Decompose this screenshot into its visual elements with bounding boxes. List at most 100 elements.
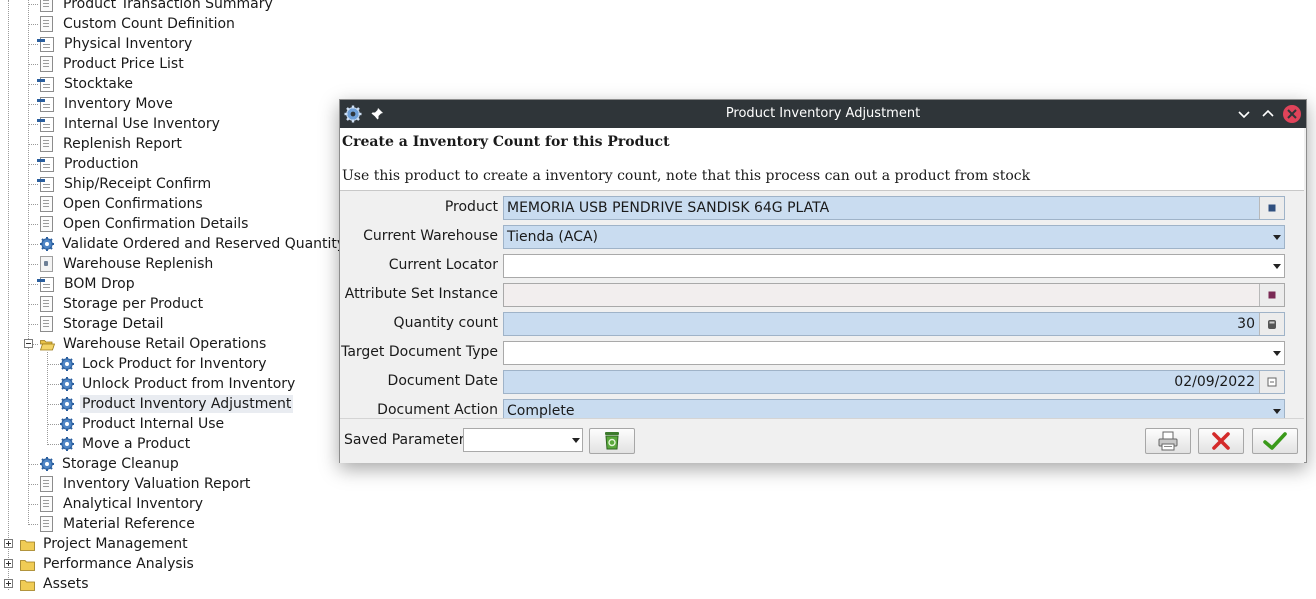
tree-folder-warehouse-retail-operations[interactable]: Warehouse Retail Operations — [39, 334, 268, 354]
tree-item-product-internal-use[interactable]: Product Internal Use — [60, 414, 226, 434]
gear-icon — [60, 417, 74, 431]
locator-select[interactable] — [503, 254, 1285, 278]
report-icon — [40, 56, 53, 72]
dialog-titlebar[interactable]: Product Inventory Adjustment — [340, 100, 1306, 128]
param-row-doc-date: Document Date 02/09/2022 — [340, 369, 1304, 395]
warehouse-label: Current Warehouse — [363, 228, 498, 244]
quantity-field[interactable]: 30 — [503, 312, 1285, 336]
tree-item-storage-per-product[interactable]: Storage per Product — [40, 294, 205, 314]
tree-item-label: Open Confirmations — [63, 196, 203, 212]
tree-item-product-inventory-adjustment[interactable]: Product Inventory Adjustment — [60, 394, 294, 414]
minimize-chevron-down-icon[interactable] — [1234, 104, 1254, 124]
warehouse-select[interactable]: Tienda (ACA) — [503, 225, 1285, 249]
calendar-icon[interactable] — [1259, 371, 1284, 393]
report-icon — [40, 16, 53, 32]
tree-item-lock-product-for-inventory[interactable]: Lock Product for Inventory — [60, 354, 269, 374]
attribute-lookup-button[interactable] — [1259, 284, 1284, 306]
process-description: Create a Inventory Count for this Produc… — [340, 128, 1304, 191]
tree-item-label: Storage Detail — [63, 316, 164, 332]
tree-connector — [28, 524, 38, 525]
expand-toggle[interactable] — [4, 579, 13, 588]
tree-item-open-confirmations[interactable]: Open Confirmations — [40, 194, 205, 214]
saved-parameter-select[interactable] — [463, 428, 583, 452]
tree-item-label: Ship/Receipt Confirm — [64, 176, 212, 192]
gear-icon — [40, 457, 54, 471]
chevron-down-icon[interactable] — [572, 429, 580, 451]
tree-item-storage-cleanup[interactable]: Storage Cleanup — [40, 454, 181, 474]
tree-item-label: Storage per Product — [63, 296, 204, 312]
window-menu-gear-icon[interactable] — [343, 104, 363, 124]
tree-item-stocktake[interactable]: Stocktake — [37, 74, 135, 94]
tree-item-storage-detail[interactable]: Storage Detail — [40, 314, 165, 334]
tree-item-label: Inventory Move — [64, 96, 173, 112]
param-row-attribute-set: Attribute Set Instance — [340, 282, 1304, 308]
report-icon — [40, 516, 53, 532]
tree-item-warehouse-replenish[interactable]: Warehouse Replenish — [40, 254, 215, 274]
delete-saved-parameter-button[interactable] — [589, 428, 635, 454]
tree-item-label: Product Internal Use — [82, 416, 225, 432]
tree-folder-assets[interactable]: Assets — [20, 574, 91, 594]
chevron-down-icon[interactable] — [1270, 255, 1284, 277]
chevron-down-icon[interactable] — [1270, 342, 1284, 364]
expand-toggle[interactable] — [4, 539, 13, 548]
print-button[interactable] — [1145, 428, 1191, 454]
doc-date-field[interactable]: 02/09/2022 — [503, 370, 1285, 394]
tree-connector — [28, 484, 38, 485]
expand-toggle[interactable] — [4, 559, 13, 568]
report-icon — [40, 216, 53, 232]
close-icon[interactable] — [1282, 104, 1302, 124]
tree-item-inventory-move[interactable]: Inventory Move — [37, 94, 175, 114]
tree-item-label: Inventory Valuation Report — [63, 476, 251, 492]
cancel-button[interactable] — [1198, 428, 1244, 454]
product-search-field[interactable]: MEMORIA USB PENDRIVE SANDISK 64G PLATA — [503, 196, 1285, 220]
tree-item-product-transaction-summary[interactable]: Product Transaction Summary — [40, 0, 275, 14]
gear-icon — [40, 237, 54, 251]
tree-item-product-price-list[interactable]: Product Price List — [40, 54, 186, 74]
tree-item-material-reference[interactable]: Material Reference — [40, 514, 197, 534]
tree-folder-performance-analysis[interactable]: Performance Analysis — [20, 554, 196, 574]
tree-item-unlock-product-from-inventory[interactable]: Unlock Product from Inventory — [60, 374, 297, 394]
tree-connector — [28, 164, 38, 165]
collapse-toggle[interactable] — [24, 339, 33, 348]
pin-icon[interactable] — [367, 104, 387, 124]
window-icon — [37, 276, 54, 292]
chevron-down-icon[interactable] — [1270, 400, 1284, 418]
tree-item-physical-inventory[interactable]: Physical Inventory — [37, 34, 194, 54]
attribute-set-field[interactable] — [503, 283, 1285, 307]
tree-connector — [28, 304, 38, 305]
param-row-doc-type: Target Document Type — [340, 340, 1304, 366]
menu-tree: Product Transaction Summary Custom Count… — [0, 0, 345, 599]
tree-item-inventory-valuation-report[interactable]: Inventory Valuation Report — [40, 474, 252, 494]
product-lookup-button[interactable] — [1259, 197, 1284, 219]
warehouse-icon — [40, 256, 53, 272]
tree-item-custom-count-definition[interactable]: Custom Count Definition — [40, 14, 237, 34]
tree-item-label: Performance Analysis — [43, 556, 194, 572]
maximize-chevron-up-icon[interactable] — [1258, 104, 1278, 124]
tree-item-open-confirmation-details[interactable]: Open Confirmation Details — [40, 214, 250, 234]
tree-item-label: Product Price List — [63, 56, 184, 72]
tree-item-label: Replenish Report — [63, 136, 182, 152]
param-row-warehouse: Current Warehouse Tienda (ACA) — [340, 224, 1304, 250]
report-icon — [40, 496, 53, 512]
locator-label: Current Locator — [388, 257, 498, 273]
product-value: MEMORIA USB PENDRIVE SANDISK 64G PLATA — [507, 200, 830, 216]
tree-connector — [47, 384, 59, 385]
tree-connector — [28, 464, 38, 465]
tree-item-move-a-product[interactable]: Move a Product — [60, 434, 192, 454]
tree-item-validate-ordered-reserved[interactable]: Validate Ordered and Reserved Quantity — [40, 234, 347, 254]
tree-folder-project-management[interactable]: Project Management — [20, 534, 190, 554]
tree-item-internal-use-inventory[interactable]: Internal Use Inventory — [37, 114, 222, 134]
window-icon — [37, 156, 54, 172]
ok-button[interactable] — [1252, 428, 1298, 454]
tree-item-replenish-report[interactable]: Replenish Report — [40, 134, 184, 154]
calculator-icon[interactable] — [1259, 313, 1284, 335]
doc-type-label: Target Document Type — [341, 344, 498, 360]
chevron-down-icon[interactable] — [1270, 226, 1284, 248]
tree-item-ship-receipt-confirm[interactable]: Ship/Receipt Confirm — [37, 174, 213, 194]
tree-item-bom-drop[interactable]: BOM Drop — [37, 274, 137, 294]
tree-item-production[interactable]: Production — [37, 154, 140, 174]
param-row-quantity: Quantity count 30 — [340, 311, 1304, 337]
tree-item-analytical-inventory[interactable]: Analytical Inventory — [40, 494, 205, 514]
doc-type-select[interactable] — [503, 341, 1285, 365]
doc-action-select[interactable]: Complete — [503, 399, 1285, 418]
